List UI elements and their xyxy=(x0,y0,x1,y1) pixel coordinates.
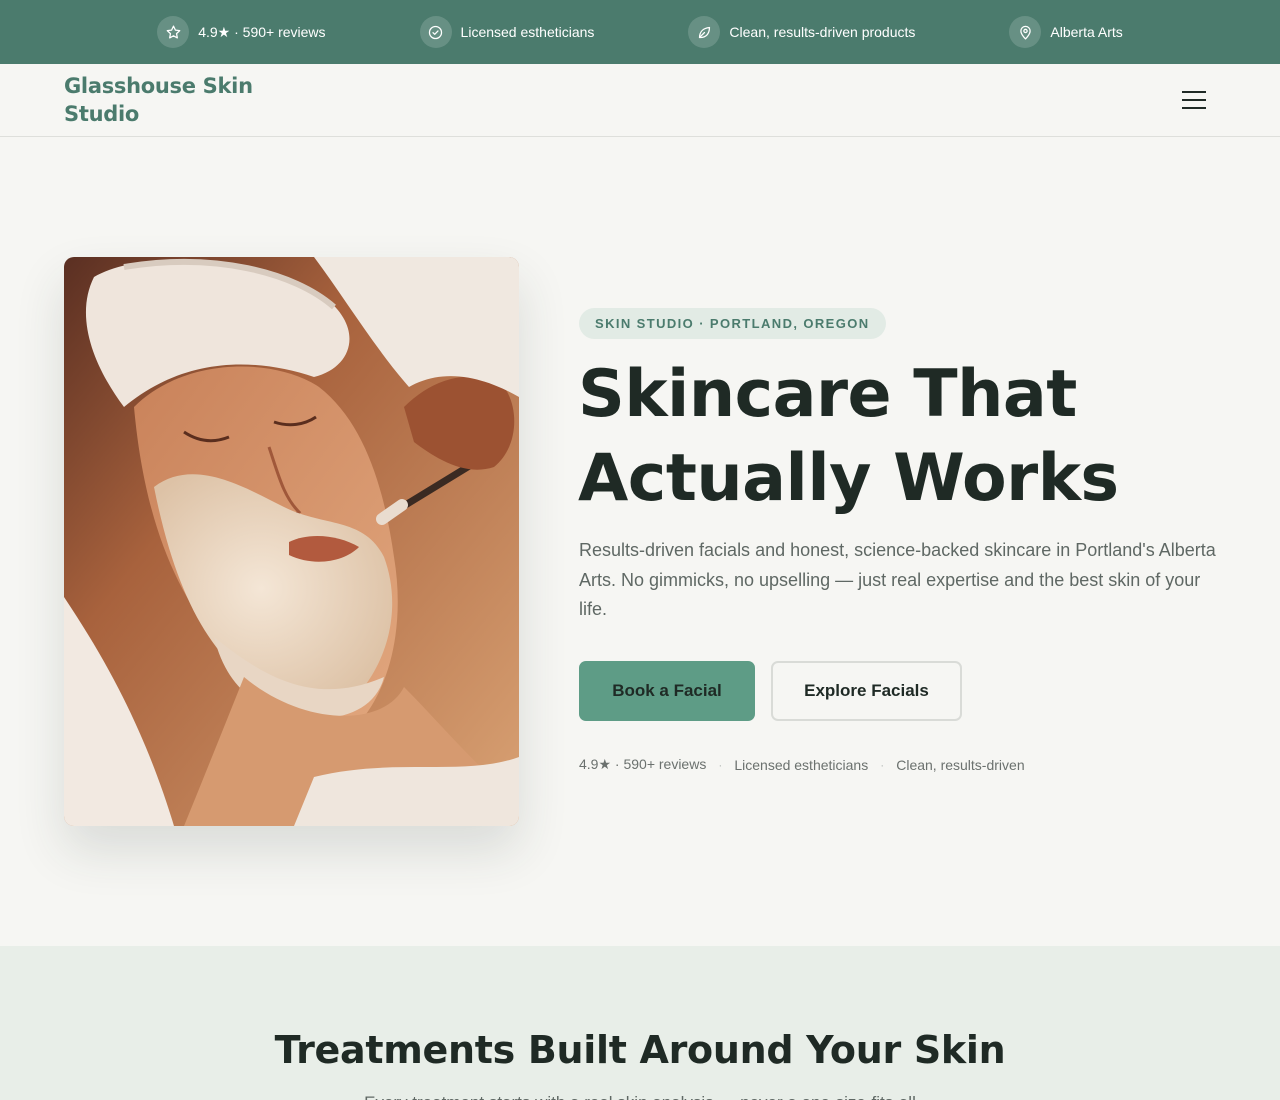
proof-licensed: Licensed estheticians xyxy=(734,756,869,773)
star-icon xyxy=(157,16,190,48)
trust-item-label: 4.9★ · 590+ reviews xyxy=(198,23,326,40)
map-pin-icon xyxy=(1009,16,1042,48)
treatments-title: Treatments Built Around Your Skin xyxy=(274,1028,1006,1072)
menu-button[interactable] xyxy=(1178,87,1210,113)
trust-item-reviews: 4.9★ · 590+ reviews xyxy=(157,16,326,48)
site-header: Glasshouse Skin Studio xyxy=(0,64,1280,137)
trust-item-label: Licensed estheticians xyxy=(460,24,595,40)
hero-description: Results-driven facials and honest, scien… xyxy=(579,540,1216,619)
explore-facials-button[interactable]: Explore Facials xyxy=(771,661,962,721)
hamburger-menu-icon xyxy=(1182,99,1206,101)
treatments-subtitle: Every treatment starts with a real skin … xyxy=(0,1090,1280,1100)
proof-separator: · xyxy=(880,757,885,772)
hero-title: Skincare That Actually Works xyxy=(578,353,1258,521)
proof-separator: · xyxy=(718,757,723,772)
trust-item-products: Clean, results-driven products xyxy=(688,16,915,48)
check-circle-icon xyxy=(419,16,452,48)
trust-bar: 4.9★ · 590+ reviews Licensed esthetician… xyxy=(0,0,1280,64)
hamburger-menu-icon xyxy=(1182,91,1206,93)
proof-clean: Clean, results-driven xyxy=(896,756,1025,773)
hero-photo-facial-treatment xyxy=(64,257,519,826)
hero-eyebrow-badge: SKIN STUDIO · PORTLAND, OREGON xyxy=(579,308,886,339)
brand-logo[interactable]: Glasshouse Skin Studio xyxy=(64,72,284,128)
treatments-section: Treatments Built Around Your Skin Every … xyxy=(0,946,1280,1100)
trust-item-location: Alberta Arts xyxy=(1009,16,1123,48)
hero-social-proof: 4.9★ · 590+ reviews · Licensed esthetici… xyxy=(579,756,1025,773)
book-facial-button[interactable]: Book a Facial xyxy=(579,661,755,721)
hero-title-line-2: Actually Works xyxy=(578,441,1119,516)
trust-item-label: Alberta Arts xyxy=(1050,24,1123,40)
trust-item-licensed: Licensed estheticians xyxy=(419,16,595,48)
proof-reviews: 4.9★ · 590+ reviews xyxy=(579,756,707,772)
leaf-icon xyxy=(688,16,721,48)
trust-item-label: Clean, results-driven products xyxy=(729,24,916,40)
hero-title-line-1: Skincare That xyxy=(578,357,1077,432)
hamburger-menu-icon xyxy=(1182,107,1206,109)
